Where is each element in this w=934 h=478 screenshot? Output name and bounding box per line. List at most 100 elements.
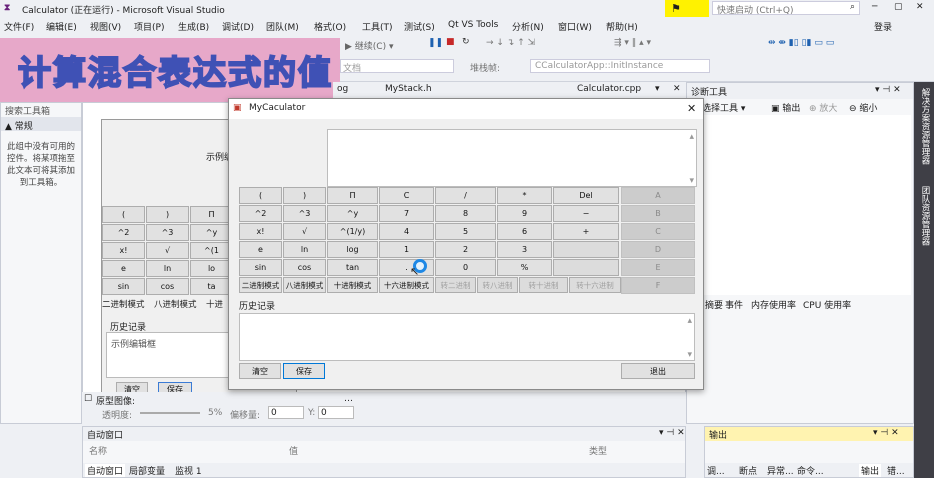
menu-build[interactable]: 生成(B) (178, 20, 209, 33)
sqrt-button[interactable]: √ (283, 223, 326, 240)
cube-button[interactable]: ^3 (283, 205, 326, 222)
signin-link[interactable]: 登录 (874, 20, 892, 33)
menu-team[interactable]: 团队(M) (266, 20, 299, 33)
multiply-button[interactable]: * (497, 187, 552, 204)
lparen-button[interactable]: ( (239, 187, 282, 204)
mode-octal-button[interactable]: 八进制模式 (283, 277, 326, 293)
diag-tab-memory[interactable]: 内存使用率 (751, 298, 796, 311)
hex-d-button[interactable]: D (621, 241, 695, 258)
plus-button[interactable]: + (553, 223, 619, 240)
thread-icons[interactable]: ⇶ ▾ ‖ ▴ ▾ (614, 38, 651, 48)
tab-mystack[interactable]: MyStack.h (385, 84, 432, 94)
mode-decimal-button[interactable]: 十进制模式 (327, 277, 378, 293)
expression-display[interactable]: ▴ ▾ (327, 129, 697, 187)
history-scroll-down-icon[interactable]: ▾ (687, 350, 692, 360)
autos-tab-autos[interactable]: 自动窗口 (85, 464, 126, 477)
cos-button[interactable]: cos (283, 259, 326, 276)
output-tab-errors[interactable]: 错... (887, 464, 905, 477)
quick-launch-input[interactable]: 快速启动 (Ctrl+Q) ⌕ (712, 1, 860, 16)
menu-edit[interactable]: 编辑(E) (46, 20, 77, 33)
dialog-close-button[interactable]: ✕ (687, 102, 696, 115)
one-button[interactable]: 1 (379, 241, 434, 258)
output-tab-command[interactable]: 命令... (797, 464, 824, 477)
menu-analyze[interactable]: 分析(N) (512, 20, 544, 33)
to-octal-button[interactable]: 转八进制 (477, 277, 518, 293)
hex-e-button[interactable]: E (621, 259, 695, 276)
hex-c-button[interactable]: C (621, 223, 695, 240)
output-tab-debug[interactable]: 调... (707, 464, 725, 477)
continue-button[interactable]: ▶ 继续(C) ▾ (345, 39, 394, 52)
sin-button[interactable]: sin (239, 259, 282, 276)
history-scroll-up-icon[interactable]: ▴ (687, 316, 692, 326)
restart-icon[interactable]: ↻ (462, 37, 470, 47)
diag-tab-summary[interactable]: 摘要 (705, 298, 723, 311)
autos-pin-icon[interactable]: ▾ ⊣ ✕ (659, 428, 685, 438)
menu-view[interactable]: 视图(V) (90, 20, 121, 33)
solution-explorer-tab[interactable]: 解决方案资源管理器 (918, 88, 930, 165)
minus-button[interactable]: − (553, 205, 619, 222)
proto-browse-button[interactable]: … (344, 394, 353, 404)
blank1-button[interactable] (553, 241, 619, 258)
output-tab-exceptions[interactable]: 异常... (767, 464, 794, 477)
autos-tab-watch[interactable]: 监视 1 (175, 464, 202, 477)
step-toolbar-icons[interactable]: → ↓ ↴ ↑ ⇲ (486, 38, 535, 48)
divide-button[interactable]: / (435, 187, 496, 204)
maximize-button[interactable]: ▢ (894, 2, 903, 12)
menu-file[interactable]: 文件(F) (4, 20, 34, 33)
output-tab-breakpoints[interactable]: 断点 (739, 464, 757, 477)
stop-icon[interactable]: ■ (446, 37, 455, 47)
diag-zoom-in[interactable]: ⊕ 放大 (809, 101, 837, 114)
clear-button[interactable]: 清空 (239, 363, 281, 379)
pi-button[interactable]: П (327, 187, 378, 204)
del-button[interactable]: Del (553, 187, 619, 204)
zero-button[interactable]: 0 (435, 259, 496, 276)
tab-log[interactable]: og (337, 84, 348, 94)
nine-button[interactable]: 9 (497, 205, 552, 222)
menu-format[interactable]: 格式(O) (314, 20, 346, 33)
four-button[interactable]: 4 (379, 223, 434, 240)
tab-close-icon[interactable]: ✕ (673, 84, 681, 94)
e-button[interactable]: e (239, 241, 282, 258)
hex-a-button[interactable]: A (621, 187, 695, 204)
menu-help[interactable]: 帮助(H) (606, 20, 638, 33)
display-scroll-down-icon[interactable]: ▾ (689, 176, 694, 186)
mode-hex-button[interactable]: 十六进制模式 (379, 277, 434, 293)
file-combo[interactable]: 文档 (340, 59, 454, 74)
feedback-flag-icon[interactable]: ⚑ (665, 0, 709, 17)
hex-f-button[interactable]: F (621, 277, 695, 294)
display-scroll-up-icon[interactable]: ▴ (689, 132, 694, 142)
diag-tab-events[interactable]: 事件 (725, 298, 743, 311)
history-box[interactable]: ▴ ▾ (239, 313, 695, 361)
menu-window[interactable]: 窗口(W) (558, 20, 592, 33)
menu-debug[interactable]: 调试(D) (222, 20, 254, 33)
save-button[interactable]: 保存 (283, 363, 325, 379)
seven-button[interactable]: 7 (379, 205, 434, 222)
autos-tab-locals[interactable]: 局部变量 (129, 464, 165, 477)
offset-x-input[interactable]: 0 (268, 406, 304, 419)
menu-test[interactable]: 测试(S) (404, 20, 435, 33)
log-button[interactable]: log (327, 241, 378, 258)
to-binary-button[interactable]: 转二进制 (435, 277, 476, 293)
tan-button[interactable]: tan (327, 259, 378, 276)
minimize-button[interactable]: ─ (872, 2, 877, 12)
offset-y-input[interactable]: 0 (318, 406, 354, 419)
rparen-button[interactable]: ) (283, 187, 326, 204)
three-button[interactable]: 3 (497, 241, 552, 258)
percent-button[interactable]: % (497, 259, 552, 276)
team-explorer-tab[interactable]: 团队资源管理器 (918, 186, 930, 246)
stack-frame-combo[interactable]: CCalculatorApp::InitInstance (530, 59, 710, 73)
proto-checkbox[interactable]: ☐ (84, 394, 92, 404)
diag-output-button[interactable]: ▣ 输出 (771, 101, 800, 114)
output-tab-output[interactable]: 输出 (859, 464, 882, 477)
factorial-button[interactable]: x! (239, 223, 282, 240)
diag-zoom-out[interactable]: ⊖ 缩小 (849, 101, 877, 114)
align-icons[interactable]: ⇹ ⇼ ▮▯ ▯▮ ▭ ▭ (768, 38, 834, 48)
menu-qt-tools[interactable]: Qt VS Tools (448, 20, 498, 30)
break-all-icon[interactable]: ❚❚ (428, 38, 443, 48)
root-y-button[interactable]: ^(1/y) (327, 223, 378, 240)
hex-b-button[interactable]: B (621, 205, 695, 222)
toolbox-group[interactable]: ▲ 常规 (1, 117, 81, 132)
to-decimal-button[interactable]: 转十进制 (519, 277, 568, 293)
two-button[interactable]: 2 (435, 241, 496, 258)
clear-c-button[interactable]: C (379, 187, 434, 204)
